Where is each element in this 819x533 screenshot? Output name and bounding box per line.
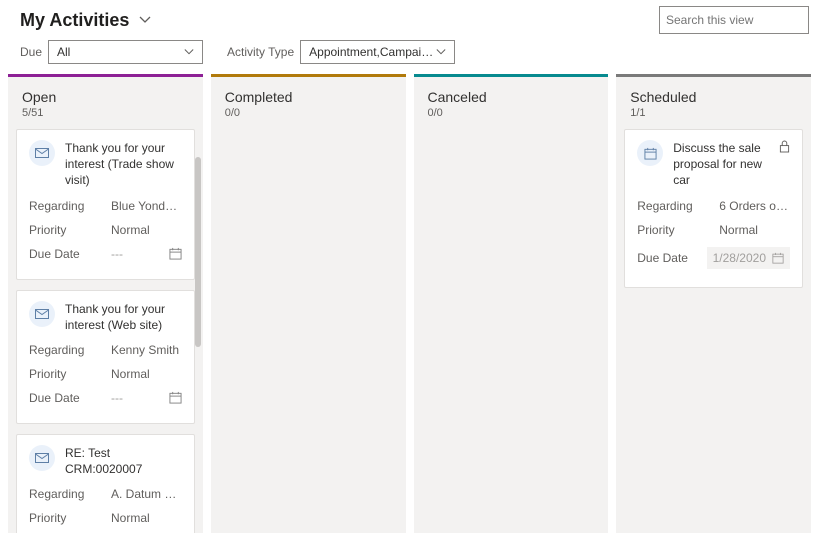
card-subject: Thank you for your interest (Trade show … bbox=[65, 140, 182, 189]
column-completed: Completed 0/0 bbox=[211, 74, 406, 533]
due-filter-label: Due bbox=[20, 45, 42, 59]
priority-value: Normal bbox=[719, 223, 790, 237]
activity-card[interactable]: Discuss the sale proposal for new car Re… bbox=[624, 129, 803, 288]
due-date-value: 1/28/2020 bbox=[713, 251, 766, 265]
regarding-label: Regarding bbox=[29, 487, 111, 501]
calendar-icon bbox=[637, 140, 663, 166]
scrollbar-thumb[interactable] bbox=[195, 157, 201, 347]
kanban-board: Open 5/51 Thank you for your interest (T… bbox=[0, 74, 819, 533]
mail-icon bbox=[29, 301, 55, 327]
regarding-value: A. Datum Corp... bbox=[111, 487, 182, 501]
card-subject: Thank you for your interest (Web site) bbox=[65, 301, 182, 333]
column-count: 0/0 bbox=[225, 107, 392, 119]
search-input[interactable] bbox=[666, 13, 819, 27]
card-subject: RE: Test CRM:0020007 bbox=[65, 445, 182, 477]
priority-label: Priority bbox=[29, 367, 111, 381]
priority-value: Normal bbox=[111, 223, 182, 237]
calendar-icon bbox=[772, 252, 784, 264]
regarding-value: Kenny Smith bbox=[111, 343, 182, 357]
column-title: Scheduled bbox=[630, 89, 797, 105]
due-date-field[interactable]: 1/28/2020 bbox=[707, 247, 790, 269]
column-count: 1/1 bbox=[630, 107, 797, 119]
priority-value: Normal bbox=[111, 511, 182, 525]
column-scheduled: Scheduled 1/1 Discuss the sale proposal … bbox=[616, 74, 811, 533]
card-subject: Discuss the sale proposal for new car bbox=[673, 140, 769, 189]
due-date-label: Due Date bbox=[637, 251, 706, 265]
priority-value: Normal bbox=[111, 367, 182, 381]
search-input-wrap[interactable] bbox=[659, 6, 809, 34]
lock-icon bbox=[779, 140, 790, 153]
column-title: Completed bbox=[225, 89, 392, 105]
mail-icon bbox=[29, 445, 55, 471]
activity-type-filter-label: Activity Type bbox=[227, 45, 294, 59]
due-filter-value: All bbox=[57, 45, 70, 59]
page-title-text: My Activities bbox=[20, 10, 129, 31]
due-date-label: Due Date bbox=[29, 247, 111, 261]
due-date-value: --- bbox=[111, 391, 169, 405]
chevron-down-icon bbox=[184, 47, 194, 57]
regarding-label: Regarding bbox=[637, 199, 719, 213]
due-date-value: --- bbox=[111, 247, 169, 261]
regarding-label: Regarding bbox=[29, 199, 111, 213]
column-title: Open bbox=[22, 89, 189, 105]
priority-label: Priority bbox=[29, 223, 111, 237]
activity-card[interactable]: Thank you for your interest (Trade show … bbox=[16, 129, 195, 280]
chevron-down-icon bbox=[139, 14, 151, 26]
column-title: Canceled bbox=[428, 89, 595, 105]
priority-label: Priority bbox=[637, 223, 719, 237]
due-date-label: Due Date bbox=[29, 391, 111, 405]
mail-icon bbox=[29, 140, 55, 166]
column-open: Open 5/51 Thank you for your interest (T… bbox=[8, 74, 203, 533]
column-count: 5/51 bbox=[22, 107, 189, 119]
activity-card[interactable]: Thank you for your interest (Web site) R… bbox=[16, 290, 195, 424]
activity-type-filter-select[interactable]: Appointment,Campaign Acti... bbox=[300, 40, 455, 64]
regarding-value: 6 Orders of pro... bbox=[719, 199, 790, 213]
activity-card[interactable]: RE: Test CRM:0020007 RegardingA. Datum C… bbox=[16, 434, 195, 533]
chevron-down-icon bbox=[436, 47, 446, 57]
regarding-label: Regarding bbox=[29, 343, 111, 357]
priority-label: Priority bbox=[29, 511, 111, 525]
due-filter-select[interactable]: All bbox=[48, 40, 203, 64]
activity-type-filter-value: Appointment,Campaign Acti... bbox=[309, 45, 436, 59]
page-title[interactable]: My Activities bbox=[20, 10, 151, 31]
calendar-icon[interactable] bbox=[169, 247, 182, 260]
calendar-icon[interactable] bbox=[169, 391, 182, 404]
column-canceled: Canceled 0/0 bbox=[414, 74, 609, 533]
column-count: 0/0 bbox=[428, 107, 595, 119]
regarding-value: Blue Yonder Ai... bbox=[111, 199, 182, 213]
